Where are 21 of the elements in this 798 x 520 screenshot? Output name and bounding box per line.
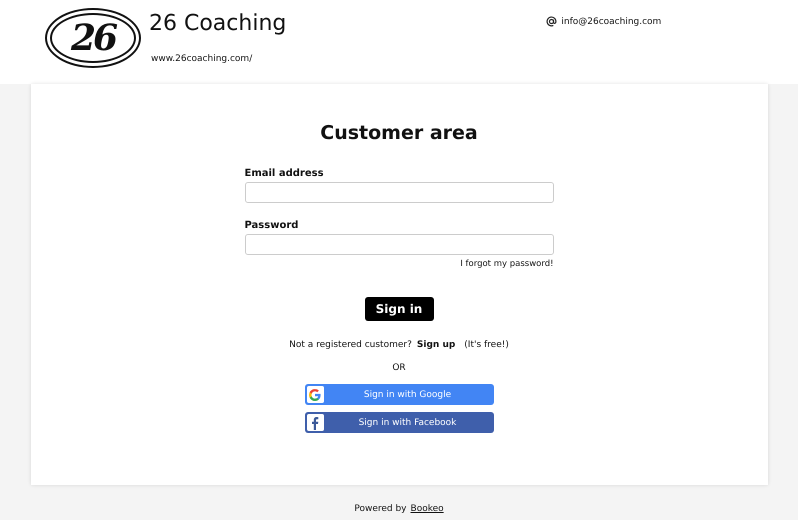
- sign-in-button[interactable]: Sign in: [364, 297, 434, 321]
- website-link[interactable]: www.26coaching.com/: [151, 54, 286, 64]
- input-field[interactable]: [244, 182, 554, 203]
- field-label: Password: [244, 220, 300, 231]
- google-g-icon: [308, 388, 322, 402]
- facebook-sign-in-button[interactable]: Sign in with Facebook: [304, 412, 494, 433]
- at-sign-icon: [546, 16, 558, 27]
- logo: 26: [45, 8, 141, 68]
- signup-note: (It's free!): [464, 340, 509, 350]
- email-address: info@26coaching.com: [561, 16, 662, 26]
- field-label: Email address: [244, 168, 325, 179]
- forgot-password-link[interactable]: I forgot my password!: [460, 259, 554, 269]
- page-title: Customer area: [320, 122, 478, 144]
- input-field[interactable]: [244, 234, 554, 255]
- brand-name: 26 Coaching: [149, 11, 286, 36]
- powered-by-text: Powered by: [354, 504, 407, 514]
- google-sign-in-button[interactable]: Sign in with Google: [304, 384, 494, 405]
- signup-prompt: Not a registered customer?: [289, 340, 412, 350]
- bookeo-link[interactable]: Bookeo: [410, 504, 444, 514]
- sign-up-link[interactable]: Sign up: [416, 340, 456, 350]
- or-separator: OR: [392, 363, 406, 373]
